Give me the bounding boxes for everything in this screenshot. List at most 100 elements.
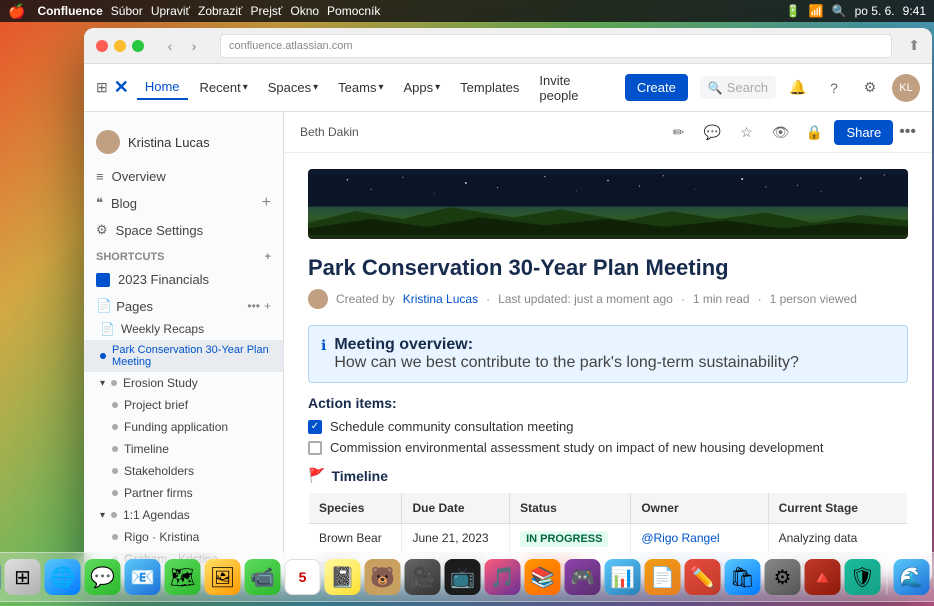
- sidebar-page-stakeholders[interactable]: Stakeholders: [84, 460, 283, 482]
- nav-spaces[interactable]: Spaces▾: [260, 76, 326, 99]
- shortcuts-add[interactable]: +: [265, 251, 271, 263]
- comment-icon[interactable]: 💬: [698, 118, 726, 146]
- dock-launchpad[interactable]: ⊞: [5, 559, 41, 595]
- dock-bear[interactable]: 🐻: [365, 559, 401, 595]
- col-status: Status: [510, 493, 631, 524]
- dock-artstudio[interactable]: 🔺: [805, 559, 841, 595]
- view-icon[interactable]: 👁: [766, 118, 794, 146]
- menu-edit[interactable]: Upraviť: [151, 4, 190, 18]
- sidebar-page-agendas[interactable]: ▾ 1:1 Agendas: [84, 504, 283, 526]
- sidebar-page-timeline[interactable]: Timeline: [84, 438, 283, 460]
- sidebar-item-overview[interactable]: ≡ Overview: [84, 164, 283, 189]
- sidebar-page-project-brief[interactable]: Project brief: [84, 394, 283, 416]
- user-avatar[interactable]: KL: [892, 74, 920, 102]
- search-placeholder: Search: [727, 80, 768, 95]
- help-icon[interactable]: ?: [820, 74, 848, 102]
- flag-icon: 🚩: [308, 467, 325, 484]
- dock-books[interactable]: 📚: [525, 559, 561, 595]
- dock-appletv[interactable]: 📺: [445, 559, 481, 595]
- sidebar-shortcut-financials[interactable]: 2023 Financials: [84, 267, 283, 292]
- sidebar-page-park-conservation[interactable]: Park Conservation 30-Year Plan Meeting: [84, 340, 283, 372]
- back-button[interactable]: ‹: [160, 36, 180, 56]
- pages-more-icon[interactable]: •••: [247, 299, 260, 313]
- more-options-icon[interactable]: •••: [899, 123, 916, 141]
- dock-photos[interactable]: 🖼: [205, 559, 241, 595]
- read-time: 1 min read: [693, 292, 750, 306]
- menu-file[interactable]: Súbor: [111, 4, 143, 18]
- dock-systemprefs[interactable]: ⚙: [765, 559, 801, 595]
- status-badge-1: IN PROGRESS: [520, 531, 608, 547]
- traffic-lights: [96, 40, 144, 52]
- menu-help[interactable]: Pomocník: [327, 4, 380, 18]
- sidebar-page-weekly-recaps[interactable]: 📄 Weekly Recaps: [84, 318, 283, 340]
- author-link[interactable]: Kristina Lucas: [403, 292, 478, 306]
- dock-finder[interactable]: 🔍: [0, 559, 1, 595]
- sidebar-item-settings[interactable]: ⚙ Space Settings: [84, 217, 283, 243]
- collapse-arrow-agendas[interactable]: ▾: [100, 510, 105, 521]
- search-menubar-icon[interactable]: 🔍: [832, 4, 847, 18]
- sidebar-username: Kristina Lucas: [128, 135, 210, 150]
- checkbox-checked-1[interactable]: ✓: [308, 420, 322, 434]
- nav-invite[interactable]: Invite people: [531, 69, 620, 107]
- menu-view[interactable]: Zobraziť: [198, 4, 243, 18]
- bell-icon[interactable]: 🔔: [784, 74, 812, 102]
- dock-downloads[interactable]: 🌊: [894, 559, 930, 595]
- dock-calendar[interactable]: 5: [285, 559, 321, 595]
- dock-controller[interactable]: 🎮: [565, 559, 601, 595]
- nav-teams[interactable]: Teams▾: [330, 76, 391, 99]
- shortcuts-section: SHORTCUTS +: [84, 243, 283, 267]
- blog-icon: ❝: [96, 195, 103, 211]
- nav-home[interactable]: Home: [137, 75, 188, 100]
- dock-notes[interactable]: 📓: [325, 559, 361, 595]
- share-button[interactable]: Share: [834, 120, 893, 145]
- nav-recent[interactable]: Recent▾: [192, 76, 256, 99]
- settings-icon[interactable]: ⚙: [856, 74, 884, 102]
- partner-dot: [112, 490, 118, 496]
- dock-music[interactable]: 🎵: [485, 559, 521, 595]
- create-button[interactable]: Create: [625, 74, 688, 101]
- nav-icons: 🔔 ? ⚙ KL: [784, 74, 920, 102]
- close-button[interactable]: [96, 40, 108, 52]
- edit-icon[interactable]: ✏: [664, 118, 692, 146]
- star-icon[interactable]: ☆: [732, 118, 760, 146]
- sidebar-page-partner-firms[interactable]: Partner firms: [84, 482, 283, 504]
- maximize-button[interactable]: [132, 40, 144, 52]
- sidebar-page-erosion-study[interactable]: ▾ Erosion Study: [84, 372, 283, 394]
- dock-messages[interactable]: 💬: [85, 559, 121, 595]
- search-bar[interactable]: 🔍 Search: [700, 76, 776, 99]
- col-owner: Owner: [631, 493, 768, 524]
- minimize-button[interactable]: [114, 40, 126, 52]
- sidebar-item-blog[interactable]: ❝ Blog +: [84, 189, 283, 217]
- timeline-dot: [112, 446, 118, 452]
- dock-numbers[interactable]: 📊: [605, 559, 641, 595]
- dock-safari[interactable]: 🌐: [45, 559, 81, 595]
- collapse-arrow-erosion[interactable]: ▾: [100, 378, 105, 389]
- pages-label: 📄 Pages: [96, 298, 153, 314]
- pages-add-icon[interactable]: +: [264, 299, 271, 313]
- sidebar-page-funding[interactable]: Funding application: [84, 416, 283, 438]
- grid-icon[interactable]: ⊞: [96, 79, 108, 96]
- menu-window[interactable]: Okno: [290, 4, 319, 18]
- dock-quicktime[interactable]: 🎥: [405, 559, 441, 595]
- col-due-date: Due Date: [402, 493, 510, 524]
- browser-share-icon[interactable]: ⬆: [908, 37, 920, 54]
- blog-add-icon[interactable]: +: [262, 194, 271, 212]
- sidebar-page-rigo[interactable]: Rigo · Kristina: [84, 526, 283, 548]
- restrict-icon[interactable]: 🔒: [800, 118, 828, 146]
- dock-pages[interactable]: 📄: [645, 559, 681, 595]
- dock-facetime[interactable]: 📹: [245, 559, 281, 595]
- dock-artstudio2[interactable]: 🛡: [845, 559, 881, 595]
- menu-go[interactable]: Prejsť: [251, 4, 283, 18]
- dock-appstore[interactable]: 🛍: [725, 559, 761, 595]
- dock-maps[interactable]: 🗺: [165, 559, 201, 595]
- nav-templates[interactable]: Templates: [452, 76, 527, 99]
- menu-bar: 🍎 Confluence Súbor Upraviť Zobraziť Prej…: [0, 0, 934, 22]
- content-inner: Park Conservation 30-Year Plan Meeting C…: [284, 153, 932, 584]
- dock-mail[interactable]: 📧: [125, 559, 161, 595]
- checkbox-unchecked-2[interactable]: [308, 441, 322, 455]
- nav-apps[interactable]: Apps▾: [395, 76, 448, 99]
- dock-keynote[interactable]: ✏️: [685, 559, 721, 595]
- content-area: Beth Dakin ✏ 💬 ☆ 👁 🔒 Share •••: [284, 112, 932, 584]
- owner-link-1[interactable]: @Rigo Rangel: [641, 531, 719, 545]
- forward-button[interactable]: ›: [184, 36, 204, 56]
